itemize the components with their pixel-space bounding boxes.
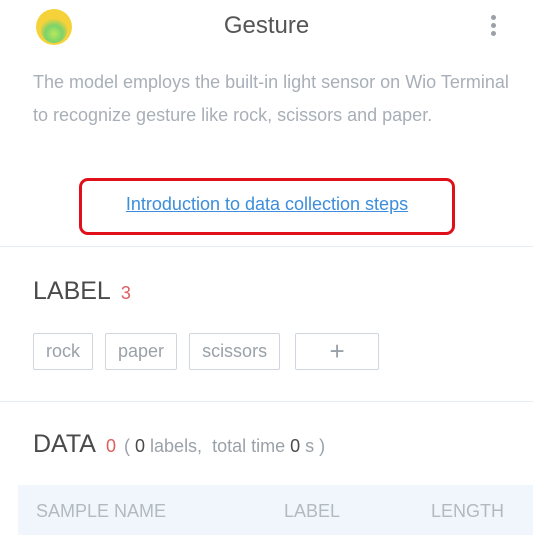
data-count: 0 [105, 436, 116, 456]
total-time-value: 0 [290, 436, 301, 456]
divider [0, 401, 533, 402]
label-tag-scissors[interactable]: scissors [189, 333, 281, 370]
label-section-title: LABEL 3 [33, 277, 131, 306]
labels-text: labels, [150, 436, 203, 456]
plus-icon: + [329, 336, 345, 366]
label-tags: rock paper scissors + [33, 333, 380, 370]
add-label-button[interactable]: + [295, 333, 380, 370]
divider [0, 246, 533, 247]
label-count: 3 [120, 283, 131, 303]
label-title: LABEL [33, 277, 111, 305]
column-label[interactable]: LABEL [284, 501, 340, 522]
header: Gesture [0, 0, 533, 60]
column-sample-name[interactable]: SAMPLE NAME [36, 501, 166, 522]
data-title: DATA [33, 430, 96, 458]
data-section-title: DATA 0( 0 labels, total time 0 s ) [33, 430, 325, 459]
page-title: Gesture [223, 12, 310, 39]
intro-link[interactable]: Introduction to data collection steps [79, 194, 455, 215]
more-options-icon[interactable] [483, 12, 503, 42]
total-time-text: total time [212, 436, 286, 456]
samples-table-header: SAMPLE NAME LABEL LENGTH [18, 485, 533, 535]
open-paren: ( [123, 436, 130, 456]
model-description: The model employs the built-in light sen… [33, 72, 509, 125]
label-tag-paper[interactable]: paper [105, 333, 178, 370]
data-summary: ( 0 labels, total time 0 s ) [124, 436, 325, 456]
unit-close: s ) [305, 436, 326, 456]
column-length[interactable]: LENGTH [431, 501, 504, 522]
labels-count: 0 [135, 436, 146, 456]
label-tag-rock[interactable]: rock [33, 333, 94, 370]
